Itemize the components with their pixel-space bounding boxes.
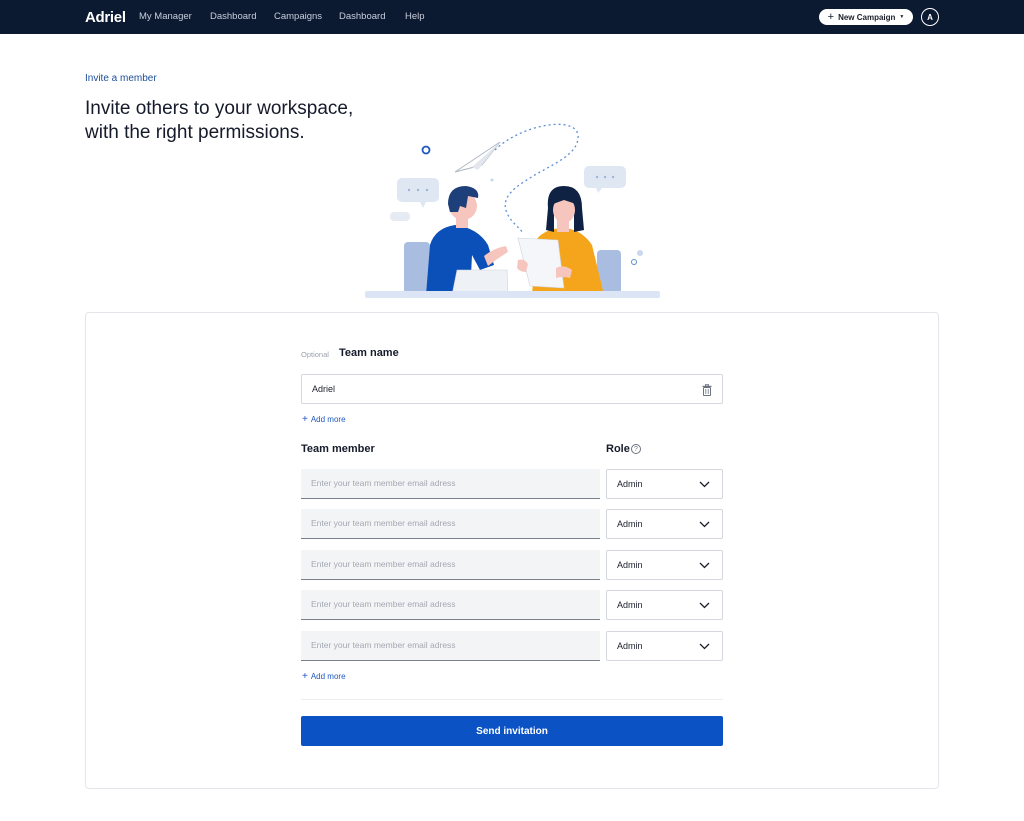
user-avatar[interactable]: A xyxy=(921,8,939,26)
member-email-field[interactable] xyxy=(301,550,600,580)
trash-icon[interactable] xyxy=(702,384,712,396)
plus-icon: + xyxy=(827,10,835,23)
top-nav: Adriel My Manager Dashboard Campaigns Da… xyxy=(0,0,1024,34)
role-label: Role xyxy=(606,443,630,455)
team-name-input[interactable] xyxy=(312,375,682,403)
add-more-team-button[interactable]: + Add more xyxy=(302,414,346,425)
nav-dashboard-2[interactable]: Dashboard xyxy=(339,11,385,22)
nav-campaigns[interactable]: Campaigns xyxy=(274,11,322,22)
chevron-down-icon xyxy=(699,602,710,609)
plus-icon: + xyxy=(302,414,308,425)
nav-help[interactable]: Help xyxy=(405,11,425,22)
optional-tag: Optional xyxy=(301,350,329,359)
send-invitation-button[interactable]: Send invitation xyxy=(301,716,723,746)
role-value: Admin xyxy=(617,560,643,570)
adriel-logo[interactable]: Adriel xyxy=(85,9,126,26)
add-more-label: Add more xyxy=(310,415,346,424)
member-email-input[interactable] xyxy=(311,469,591,497)
member-email-input[interactable] xyxy=(311,509,591,537)
team-member-label: Team member xyxy=(301,443,375,455)
member-email-field[interactable] xyxy=(301,590,600,620)
role-value: Admin xyxy=(617,641,643,651)
help-icon[interactable]: ? xyxy=(631,444,641,454)
member-email-field[interactable] xyxy=(301,509,600,539)
chevron-down-icon xyxy=(699,643,710,650)
new-campaign-button[interactable]: + New Campaign ▼ xyxy=(819,9,913,25)
role-select[interactable]: Admin xyxy=(606,590,723,620)
role-select[interactable]: Admin xyxy=(606,509,723,539)
page-eyebrow: Invite a member xyxy=(85,73,157,84)
team-name-label: Team name xyxy=(339,347,399,359)
add-more-member-button[interactable]: + Add more xyxy=(302,671,346,682)
member-email-field[interactable] xyxy=(301,469,600,499)
member-email-input[interactable] xyxy=(311,590,591,618)
member-email-input[interactable] xyxy=(311,550,591,578)
role-value: Admin xyxy=(617,600,643,610)
page-title-line-1: Invite others to your workspace, xyxy=(85,98,354,119)
chevron-down-icon xyxy=(699,521,710,528)
role-select[interactable]: Admin xyxy=(606,469,723,499)
member-email-field[interactable] xyxy=(301,631,600,661)
nav-dashboard[interactable]: Dashboard xyxy=(210,11,256,22)
divider xyxy=(301,699,723,700)
chevron-down-icon xyxy=(699,481,710,488)
add-more-label: Add more xyxy=(310,672,346,681)
member-email-input[interactable] xyxy=(311,631,591,659)
caret-down-icon: ▼ xyxy=(899,14,905,20)
plus-icon: + xyxy=(302,671,308,682)
new-campaign-label: New Campaign xyxy=(838,12,896,22)
role-select[interactable]: Admin xyxy=(606,550,723,580)
role-select[interactable]: Admin xyxy=(606,631,723,661)
chevron-down-icon xyxy=(699,562,710,569)
team-illustration xyxy=(365,123,660,298)
role-value: Admin xyxy=(617,479,643,489)
role-value: Admin xyxy=(617,519,643,529)
team-name-field[interactable] xyxy=(301,374,723,404)
nav-my-manager[interactable]: My Manager xyxy=(139,11,192,22)
